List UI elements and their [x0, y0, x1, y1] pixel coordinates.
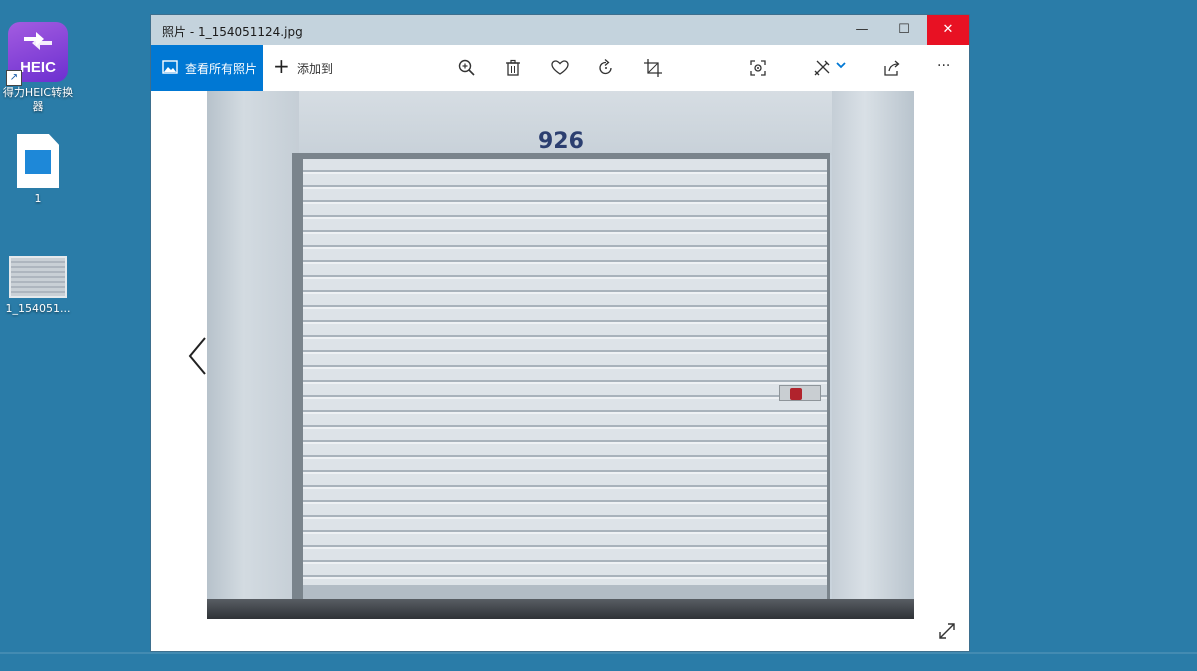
- plus-icon: +: [273, 54, 290, 78]
- chevron-down-icon[interactable]: [835, 59, 847, 71]
- jpg-thumbnail-icon: [9, 256, 67, 298]
- edit-create-icon[interactable]: [812, 58, 832, 78]
- crop-icon[interactable]: [643, 58, 663, 78]
- photo-icon: [162, 60, 178, 74]
- toolbar: 查看所有照片 + 添加到 ···: [151, 45, 969, 91]
- desktop-icon-label: 得力HEIC转换器: [2, 86, 74, 113]
- desktop-icon-jpg-file[interactable]: 1_154051...: [0, 256, 76, 316]
- view-all-photos-label: 查看所有照片: [185, 62, 258, 76]
- slideshow-icon[interactable]: [748, 58, 768, 78]
- delete-icon[interactable]: [503, 58, 523, 78]
- door-number: 926: [538, 129, 584, 154]
- arrows-icon: [24, 32, 52, 50]
- roll-up-door: [303, 159, 827, 589]
- desktop-icon-label: 1: [34, 192, 42, 205]
- close-button[interactable]: ✕: [927, 15, 969, 45]
- previous-arrow-icon[interactable]: [187, 336, 207, 376]
- fullscreen-icon[interactable]: [937, 621, 957, 641]
- image-file-icon: [17, 134, 59, 188]
- desktop-icon-image-file[interactable]: 1: [0, 134, 76, 206]
- photo-image: 926: [207, 91, 914, 619]
- more-options-button[interactable]: ···: [937, 58, 959, 78]
- rotate-icon[interactable]: [596, 58, 616, 78]
- window-title: 照片 - 1_154051124.jpg: [162, 25, 303, 39]
- favorite-heart-icon[interactable]: [550, 58, 570, 78]
- title-bar[interactable]: 照片 - 1_154051124.jpg — ☐ ✕: [151, 15, 969, 45]
- heic-converter-app-icon: HEIC ↗: [6, 22, 68, 86]
- shortcut-arrow-icon: ↗: [6, 70, 22, 86]
- zoom-in-icon[interactable]: [457, 58, 477, 78]
- photos-window: 照片 - 1_154051124.jpg — ☐ ✕ 查看所有照片 + 添加到: [151, 15, 969, 651]
- add-to-label: 添加到: [297, 62, 334, 76]
- padlock: [779, 385, 821, 401]
- photo-viewer[interactable]: 926: [151, 91, 969, 651]
- desktop-icon-heic-converter[interactable]: HEIC ↗ 得力HEIC转换器: [0, 22, 76, 114]
- desktop-divider: [0, 652, 1197, 654]
- share-icon[interactable]: [882, 58, 902, 78]
- maximize-button[interactable]: ☐: [883, 15, 925, 45]
- view-all-photos-button[interactable]: 查看所有照片: [151, 45, 263, 91]
- minimize-button[interactable]: —: [841, 15, 883, 45]
- desktop-icon-label: 1_154051...: [5, 302, 71, 315]
